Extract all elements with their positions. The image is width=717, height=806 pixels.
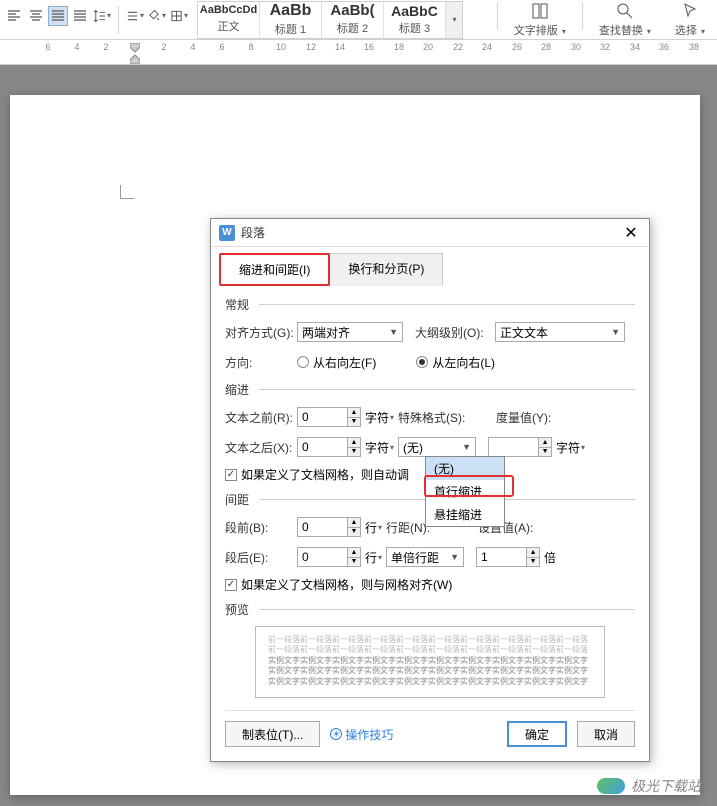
- close-button[interactable]: ✕: [621, 223, 641, 243]
- direction-label: 方向:: [225, 354, 297, 371]
- text-layout-btn[interactable]: 文字排版 ▾: [502, 2, 578, 38]
- select-btn[interactable]: 选择 ▾: [663, 2, 717, 38]
- lightbulb-icon: ☀: [330, 728, 342, 740]
- paragraph-mark: [120, 185, 134, 199]
- watermark: 极光下载站: [597, 776, 701, 796]
- line-spacing-btn[interactable]: ▾: [92, 6, 112, 26]
- para-spacing-btn[interactable]: ▾: [125, 6, 145, 26]
- watermark-icon: [597, 778, 625, 794]
- alignment-select[interactable]: 两端对齐▼: [297, 322, 403, 342]
- style-heading1[interactable]: AaBb 标题 1: [260, 2, 322, 38]
- section-general: 常规: [225, 296, 635, 313]
- left-indent-marker[interactable]: [130, 54, 140, 64]
- style-gallery: AaBbCcDd 正文 AaBb 标题 1 AaBb( 标题 2 AaBbC 标…: [197, 1, 463, 39]
- text-before-label: 文本之前(R):: [225, 409, 297, 426]
- ok-button[interactable]: 确定: [507, 721, 567, 747]
- paragraph-dialog: W 段落 ✕ 缩进和间距(I) 换行和分页(P) 常规 对齐方式(G): 两端对…: [210, 218, 650, 762]
- alignment-label: 对齐方式(G):: [225, 324, 297, 341]
- special-format-select[interactable]: (无)▼: [398, 437, 476, 457]
- app-icon: W: [219, 225, 235, 241]
- style-body[interactable]: AaBbCcDd 正文: [198, 2, 260, 38]
- tips-link[interactable]: ☀操作技巧: [330, 726, 393, 743]
- paragraph-tools: ▾ ▾ ▾ ▾: [0, 6, 193, 34]
- cancel-button[interactable]: 取消: [577, 721, 635, 747]
- ltr-radio[interactable]: 从左向右(L): [416, 354, 495, 371]
- section-preview: 预览: [225, 601, 635, 618]
- special-format-dropdown: (无) 首行缩进 悬挂缩进: [425, 456, 505, 527]
- tabs-button[interactable]: 制表位(T)...: [225, 721, 320, 747]
- space-after-label: 段后(E):: [225, 549, 297, 566]
- tab-indent-spacing[interactable]: 缩进和间距(I): [219, 253, 330, 286]
- align-left-btn[interactable]: [4, 6, 24, 26]
- document-area: W 段落 ✕ 缩进和间距(I) 换行和分页(P) 常规 对齐方式(G): 两端对…: [0, 65, 717, 806]
- space-before-spinner[interactable]: ▲▼: [297, 517, 361, 537]
- spacing-grid-checkbox[interactable]: ✓ 如果定义了文档网格，则与网格对齐(W): [225, 576, 635, 593]
- dropdown-item-firstline[interactable]: 首行缩进: [426, 480, 504, 503]
- dialog-title: 段落: [241, 224, 265, 241]
- ruler[interactable]: 6 4 2 2 4 6 8 10 12 14 16 18 20 22 24 26…: [0, 40, 717, 65]
- space-after-spinner[interactable]: ▲▼: [297, 547, 361, 567]
- align-justify-btn[interactable]: [48, 6, 68, 26]
- outline-select[interactable]: 正文文本▼: [495, 322, 625, 342]
- style-gallery-more[interactable]: ▾: [446, 2, 462, 38]
- space-before-label: 段前(B):: [225, 519, 297, 536]
- text-after-spinner[interactable]: ▲▼: [297, 437, 361, 457]
- measure-spinner[interactable]: ▲▼: [488, 437, 552, 457]
- preview-box: 前一段落前一段落前一段落前一段落前一段落前一段落前一段落前一段落前一段落前一段落…: [255, 626, 605, 698]
- align-center-btn[interactable]: [26, 6, 46, 26]
- measure-label: 度量值(Y):: [496, 409, 566, 426]
- first-line-indent-marker[interactable]: [130, 43, 140, 53]
- dropdown-item-none[interactable]: (无): [426, 457, 504, 480]
- style-heading3[interactable]: AaBbC 标题 3: [384, 2, 446, 38]
- outline-label: 大纲级别(O):: [415, 324, 495, 341]
- dropdown-item-hanging[interactable]: 悬挂缩进: [426, 503, 504, 526]
- style-heading2[interactable]: AaBb( 标题 2: [322, 2, 384, 38]
- search-icon: [616, 2, 634, 20]
- special-format-label: 特殊格式(S):: [398, 409, 476, 426]
- setat-spinner[interactable]: ▲▼: [476, 547, 540, 567]
- section-indent: 缩进: [225, 381, 635, 398]
- dialog-titlebar[interactable]: W 段落 ✕: [211, 219, 649, 247]
- line-spacing-select[interactable]: 单倍行距▼: [386, 547, 464, 567]
- find-replace-btn[interactable]: 查找替换 ▾: [587, 2, 663, 38]
- tab-pagination[interactable]: 换行和分页(P): [329, 253, 443, 286]
- borders-btn[interactable]: ▾: [169, 6, 189, 26]
- ribbon: ▾ ▾ ▾ ▾ AaBbCcDd 正文 AaBb 标题 1 AaBb( 标题 2…: [0, 0, 717, 40]
- rtl-radio[interactable]: 从右向左(F): [297, 354, 376, 371]
- cursor-icon: [681, 2, 699, 20]
- text-after-label: 文本之后(X):: [225, 439, 297, 456]
- shading-btn[interactable]: ▾: [147, 6, 167, 26]
- align-distribute-btn[interactable]: [70, 6, 90, 26]
- text-layout-icon: [531, 2, 549, 20]
- text-before-spinner[interactable]: ▲▼: [297, 407, 361, 427]
